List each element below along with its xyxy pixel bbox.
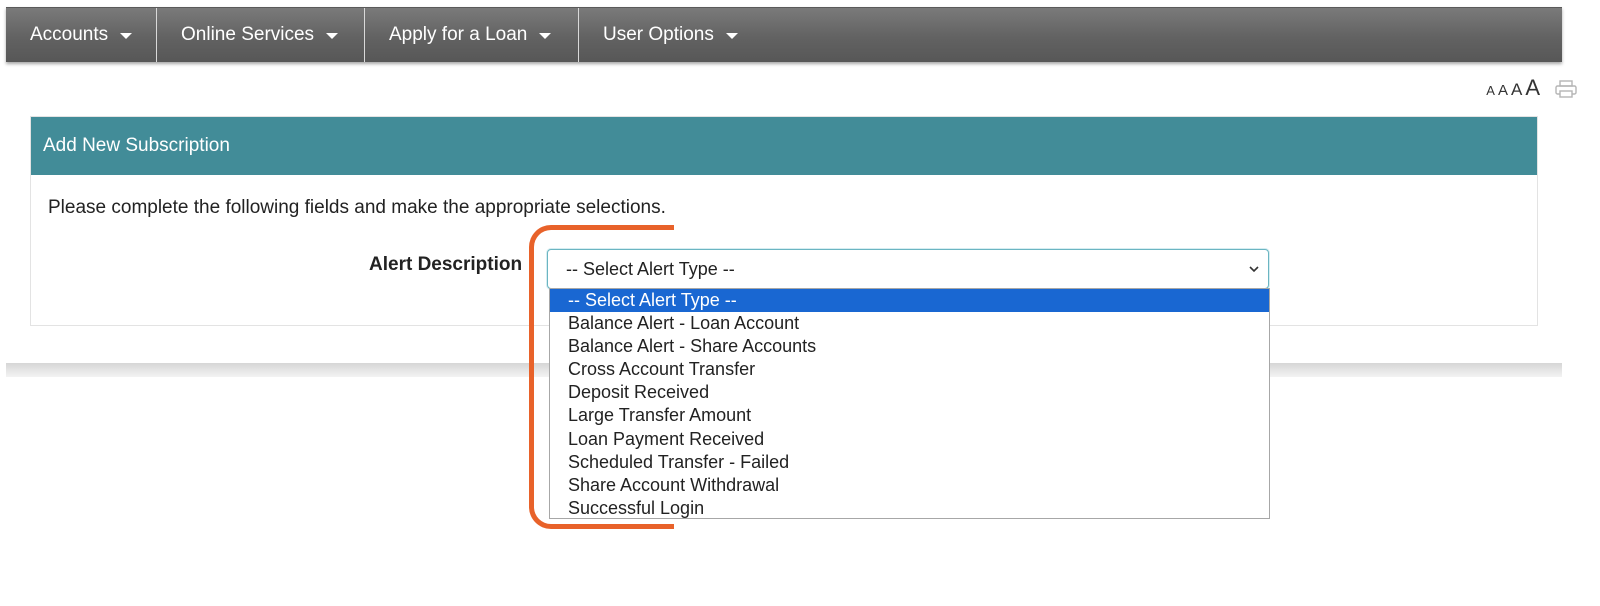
font-size-smallest[interactable]: A (1486, 84, 1495, 97)
alert-option[interactable]: Cross Account Transfer (550, 358, 1269, 381)
font-size-tools: A A A A (1486, 77, 1540, 99)
alert-description-label: Alert Description (369, 254, 523, 275)
nav-accounts[interactable]: Accounts (6, 8, 157, 62)
nav-apply-for-loan-label: Apply for a Loan (389, 24, 528, 45)
alert-option[interactable]: Balance Alert - Loan Account (550, 312, 1269, 335)
font-size-small[interactable]: A (1498, 83, 1508, 98)
caret-down-icon (539, 33, 552, 39)
panel-header: Add New Subscription (31, 117, 1537, 175)
alert-type-dropdown-list: -- Select Alert Type -- Balance Alert - … (549, 288, 1270, 519)
alert-option[interactable]: Share Account Withdrawal (550, 474, 1269, 497)
alert-type-select[interactable]: -- Select Alert Type -- (547, 249, 1269, 289)
nav-accounts-label: Accounts (30, 24, 109, 45)
caret-down-icon (326, 33, 339, 39)
panel-title: Add New Subscription (43, 135, 230, 156)
font-size-medium[interactable]: A (1511, 81, 1522, 98)
nav-apply-for-loan[interactable]: Apply for a Loan (365, 8, 579, 62)
caret-down-icon (725, 33, 738, 39)
alert-option[interactable]: Loan Payment Received (550, 428, 1269, 451)
nav-user-options-label: User Options (603, 24, 714, 45)
alert-option[interactable]: Balance Alert - Share Accounts (550, 335, 1269, 358)
alert-option[interactable]: Large Transfer Amount (550, 404, 1269, 427)
alert-option[interactable]: Scheduled Transfer - Failed (550, 451, 1269, 474)
caret-down-icon (120, 33, 133, 39)
alert-option[interactable]: -- Select Alert Type -- (550, 289, 1269, 313)
chevron-down-icon (1249, 266, 1259, 273)
alert-type-select-value: -- Select Alert Type -- (566, 258, 735, 279)
instructions-text: Please complete the following fields and… (48, 197, 666, 218)
printer-icon[interactable] (1555, 80, 1577, 98)
top-navigation-bar: Accounts Online Services Apply for a Loa… (6, 7, 1562, 62)
nav-online-services-label: Online Services (181, 24, 315, 45)
alert-option[interactable]: Deposit Received (550, 381, 1269, 404)
nav-user-options[interactable]: User Options (579, 8, 779, 62)
nav-online-services[interactable]: Online Services (157, 8, 365, 62)
alert-option[interactable]: Successful Login (550, 497, 1269, 520)
font-size-large[interactable]: A (1525, 77, 1540, 99)
